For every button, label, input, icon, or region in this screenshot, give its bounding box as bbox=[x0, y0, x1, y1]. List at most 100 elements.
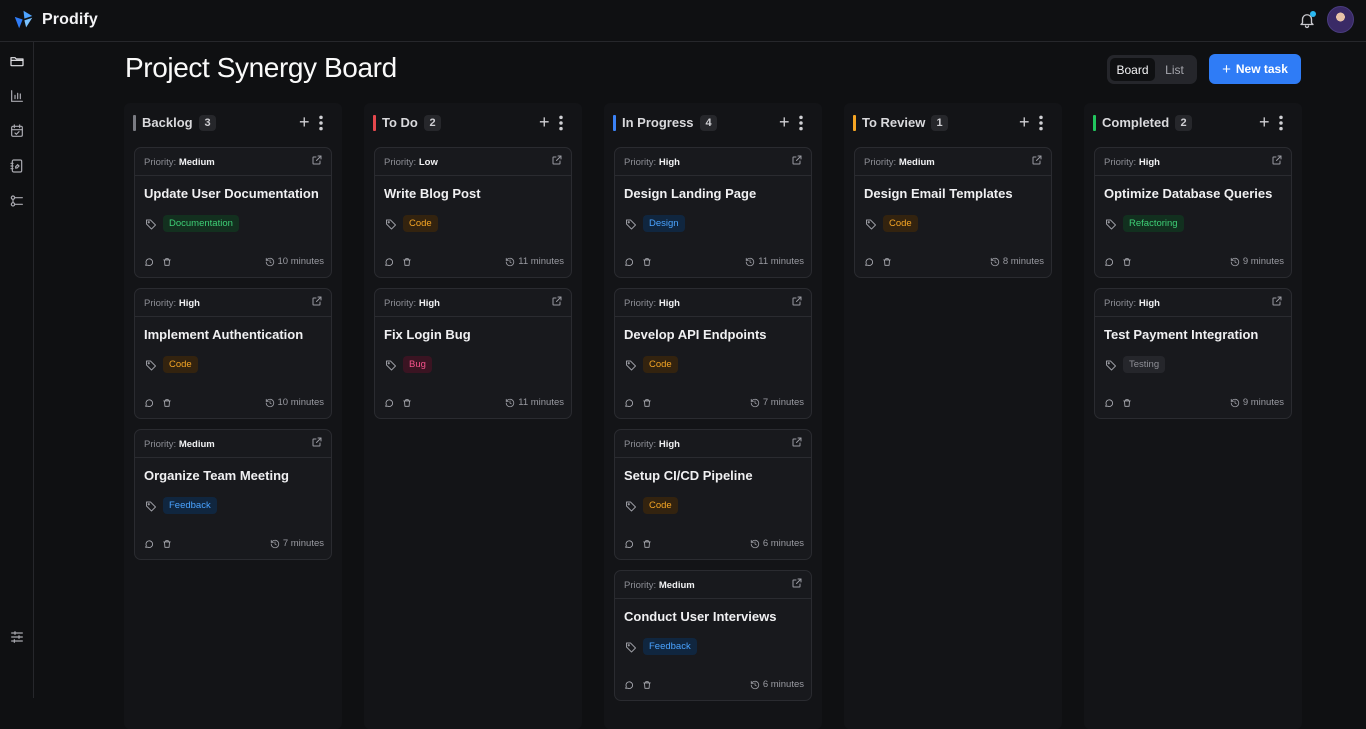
bar-chart-icon[interactable] bbox=[8, 87, 25, 104]
task-card[interactable]: Priority: Medium Update User Documentatio… bbox=[134, 147, 332, 278]
task-card[interactable]: Priority: High Develop API Endpoints Code 7… bbox=[614, 288, 812, 419]
top-bar: Prodify bbox=[0, 0, 1366, 42]
trash-icon[interactable] bbox=[402, 257, 412, 267]
card-title: Fix Login Bug bbox=[384, 327, 471, 342]
new-task-button[interactable]: + New task bbox=[1209, 54, 1301, 84]
app-logo[interactable]: Prodify bbox=[13, 9, 98, 30]
trash-icon[interactable] bbox=[882, 257, 892, 267]
priority-label: Priority: bbox=[1104, 157, 1137, 168]
trash-icon[interactable] bbox=[162, 398, 172, 408]
task-card[interactable]: Priority: Low Write Blog Post Code 11 minut… bbox=[374, 147, 572, 278]
tag-icon bbox=[386, 360, 396, 371]
more-vertical-icon[interactable] bbox=[1038, 115, 1044, 131]
external-link-icon[interactable] bbox=[551, 295, 563, 307]
card-header: Priority: High bbox=[375, 289, 571, 317]
comment-icon[interactable] bbox=[1104, 398, 1114, 408]
column-title: To Review bbox=[862, 115, 926, 130]
tag-badge: Testing bbox=[1123, 356, 1166, 373]
external-link-icon[interactable] bbox=[1031, 154, 1043, 166]
tag-badge: Refactoring bbox=[1123, 215, 1184, 232]
task-card[interactable]: Priority: Medium Design Email Templates Co… bbox=[854, 147, 1052, 278]
user-avatar[interactable] bbox=[1327, 6, 1354, 33]
card-header: Priority: Medium bbox=[855, 148, 1051, 176]
add-card-button[interactable]: + bbox=[779, 113, 790, 131]
trash-icon[interactable] bbox=[162, 539, 172, 549]
priority-value: Low bbox=[418, 157, 438, 168]
comment-icon[interactable] bbox=[624, 398, 634, 408]
card-title: Implement Authentication bbox=[144, 327, 304, 342]
notebook-icon[interactable] bbox=[8, 157, 25, 174]
external-link-icon[interactable] bbox=[1271, 154, 1283, 166]
comment-icon[interactable] bbox=[624, 680, 634, 690]
comment-icon[interactable] bbox=[144, 539, 154, 549]
trash-icon[interactable] bbox=[1122, 398, 1132, 408]
comment-icon[interactable] bbox=[144, 257, 154, 267]
add-card-button[interactable]: + bbox=[1019, 113, 1030, 131]
column-title: To Do bbox=[382, 115, 418, 130]
app-name: Prodify bbox=[42, 10, 98, 28]
external-link-icon[interactable] bbox=[791, 154, 803, 166]
tag-badge: Code bbox=[883, 215, 918, 232]
comment-icon[interactable] bbox=[144, 398, 154, 408]
comment-icon[interactable] bbox=[624, 539, 634, 549]
external-link-icon[interactable] bbox=[311, 154, 323, 166]
trash-icon[interactable] bbox=[162, 257, 172, 267]
trash-icon[interactable] bbox=[402, 398, 412, 408]
card-title: Design Landing Page bbox=[624, 186, 757, 201]
column-title: Backlog bbox=[142, 115, 193, 130]
task-card[interactable]: Priority: High Implement Authentication Co… bbox=[134, 288, 332, 419]
history-icon bbox=[506, 257, 515, 266]
list-view-button[interactable]: List bbox=[1155, 58, 1194, 81]
task-card[interactable]: Priority: Medium Conduct User Interviews F… bbox=[614, 570, 812, 701]
more-vertical-icon[interactable] bbox=[1278, 115, 1284, 131]
external-link-icon[interactable] bbox=[311, 436, 323, 448]
calendar-icon[interactable] bbox=[8, 122, 25, 139]
external-link-icon[interactable] bbox=[551, 154, 563, 166]
add-card-button[interactable]: + bbox=[299, 113, 310, 131]
priority-label: Priority: bbox=[624, 298, 657, 309]
folder-icon[interactable] bbox=[8, 52, 25, 69]
card-header: Priority: High bbox=[615, 148, 811, 176]
comment-icon[interactable] bbox=[624, 257, 634, 267]
task-card[interactable]: Priority: High Optimize Database Queries R… bbox=[1094, 147, 1292, 278]
task-card[interactable]: Priority: Medium Organize Team Meeting Fee… bbox=[134, 429, 332, 560]
task-card[interactable]: Priority: High Setup CI/CD Pipeline Code 6 … bbox=[614, 429, 812, 560]
column-count-badge: 2 bbox=[424, 115, 441, 131]
trash-icon[interactable] bbox=[1122, 257, 1132, 267]
external-link-icon[interactable] bbox=[791, 295, 803, 307]
time-estimate: 6 minutes bbox=[750, 538, 804, 549]
comment-icon[interactable] bbox=[1104, 257, 1114, 267]
comment-icon[interactable] bbox=[864, 257, 874, 267]
trash-icon[interactable] bbox=[642, 539, 652, 549]
comment-icon[interactable] bbox=[384, 398, 394, 408]
trash-icon[interactable] bbox=[642, 680, 652, 690]
external-link-icon[interactable] bbox=[1271, 295, 1283, 307]
workflow-icon[interactable] bbox=[8, 192, 25, 209]
external-link-icon[interactable] bbox=[791, 436, 803, 448]
tag-badge: Code bbox=[643, 497, 678, 514]
card-header: Priority: High bbox=[615, 430, 811, 458]
priority-text: Priority: High bbox=[144, 298, 200, 309]
more-vertical-icon[interactable] bbox=[318, 115, 324, 131]
priority-label: Priority: bbox=[864, 157, 897, 168]
task-card[interactable]: Priority: High Design Landing Page Design 1… bbox=[614, 147, 812, 278]
card-title: Develop API Endpoints bbox=[624, 327, 767, 342]
trash-icon[interactable] bbox=[642, 257, 652, 267]
trash-icon[interactable] bbox=[642, 398, 652, 408]
board-view-button[interactable]: Board bbox=[1110, 58, 1155, 81]
time-estimate: 8 minutes bbox=[990, 256, 1044, 267]
add-card-button[interactable]: + bbox=[1259, 113, 1270, 131]
add-card-button[interactable]: + bbox=[539, 113, 550, 131]
comment-icon[interactable] bbox=[384, 257, 394, 267]
external-link-icon[interactable] bbox=[311, 295, 323, 307]
external-link-icon[interactable] bbox=[791, 577, 803, 589]
sliders-icon[interactable] bbox=[8, 628, 25, 645]
time-value: 6 minutes bbox=[762, 538, 804, 549]
more-vertical-icon[interactable] bbox=[558, 115, 564, 131]
more-vertical-icon[interactable] bbox=[798, 115, 804, 131]
time-estimate: 10 minutes bbox=[265, 256, 324, 267]
tag-icon bbox=[146, 360, 156, 371]
priority-text: Priority: High bbox=[384, 298, 440, 309]
task-card[interactable]: Priority: High Fix Login Bug Bug 11 minutes bbox=[374, 288, 572, 419]
task-card[interactable]: Priority: High Test Payment Integration Te… bbox=[1094, 288, 1292, 419]
